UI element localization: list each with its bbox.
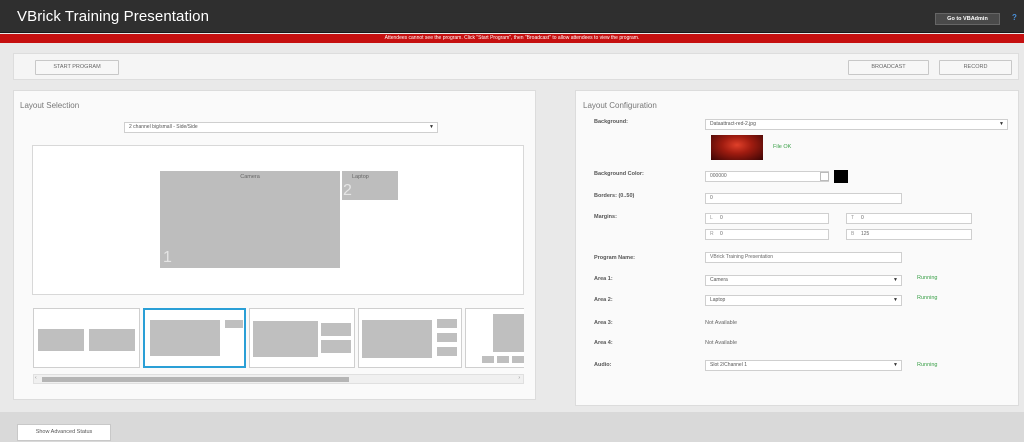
thumb-box [437,347,457,356]
layout-thumb-side-by-side[interactable] [33,308,140,368]
thumbnail-scrollbar[interactable]: ‹ › [33,374,524,384]
margin-bottom-value: 125 [861,231,870,237]
margin-right-value: 0 [720,231,723,237]
file-status: File OK [773,144,792,150]
thumb-box [89,329,135,351]
audio-label: Audio: [594,362,612,368]
program-name-label: Program Name: [594,255,635,261]
preview-area-2[interactable]: Laptop 2 [342,171,398,200]
thumb-box [362,320,432,358]
background-label: Background: [594,119,628,125]
margin-top-input[interactable]: T0 [846,213,972,224]
audio-select-value: Slot 2/Channel 1 [710,362,747,368]
chevron-down-icon: ▼ [893,277,898,283]
color-swatch[interactable] [834,170,848,183]
thumb-box [150,320,220,356]
thumb-box [321,340,351,353]
area-1-select-value: Camera [710,277,728,283]
broadcast-button[interactable]: BROADCAST [848,60,929,75]
borders-label: Borders: (0..50) [594,193,635,199]
area-4-label: Area 4: [594,340,613,346]
thumb-box [437,319,457,328]
preview-area-1-label: Camera [240,174,260,180]
color-picker-icon[interactable] [820,172,829,181]
area-2-select[interactable]: Laptop ▼ [705,295,902,306]
title-bar: VBrick Training Presentation Go to VBAdm… [0,0,1024,33]
area-2-select-value: Laptop [710,297,726,303]
margin-top-value: 0 [861,215,864,221]
chevron-down-icon: ▼ [999,121,1004,127]
margin-left-input[interactable]: L0 [705,213,829,224]
start-program-button[interactable]: START PROGRAM [35,60,119,75]
thumb-box [493,314,524,352]
help-icon[interactable]: ? [1012,13,1017,22]
area-1-status: Running [917,275,938,281]
area-2-label: Area 2: [594,297,613,303]
show-advanced-status-button[interactable]: Show Advanced Status [17,424,111,441]
thumb-box [482,356,494,363]
preview-area-1-number: 1 [163,249,172,266]
layout-thumb-big-three-small[interactable] [358,308,462,368]
area-4-value: Not Available [705,340,738,346]
margin-bottom-input[interactable]: B 125 [846,229,972,240]
scroll-right-icon[interactable]: › [518,375,520,381]
layout-configuration-panel [575,90,1019,406]
area-2-status: Running [917,295,938,301]
margin-left-value: 0 [720,215,723,221]
layout-thumb-partial[interactable] [465,308,524,368]
toolbar: START PROGRAM BROADCAST RECORD [13,53,1019,80]
layout-thumb-big-two-small[interactable] [249,308,355,368]
scroll-left-icon[interactable]: ‹ [35,375,37,381]
layout-selection-title: Layout Selection [20,101,80,110]
margin-right-prefix: R [710,231,714,237]
thumb-box [512,356,524,363]
background-image-thumbnail [711,135,763,160]
area-3-value: Not Available [705,320,738,326]
margin-right-input[interactable]: R0 [705,229,829,240]
scrollbar-thumb[interactable] [42,377,349,382]
alert-banner: Attendees cannot see the program. Click … [0,34,1024,43]
layout-thumbnail-strip [33,308,524,370]
footer-bar [0,412,1024,442]
area-1-label: Area 1: [594,276,613,282]
thumb-box [497,356,509,363]
area-3-label: Area 3: [594,320,613,326]
app-title: VBrick Training Presentation [17,8,210,25]
audio-status: Running [917,362,938,368]
thumb-box [437,333,457,342]
layout-thumb-big-small-selected[interactable] [143,308,246,368]
layout-select-value: 2 channel big/small - Side/Side [129,124,198,130]
background-select-value: Dataattract-red-2.jpg [710,121,756,127]
go-to-vbadmin-button[interactable]: Go to VBAdmin [935,13,1000,25]
thumb-box [321,323,351,336]
layout-preview: Camera 1 Laptop 2 [32,145,524,295]
preview-area-2-label: Laptop [352,174,369,180]
thumb-box [38,329,84,351]
program-name-input[interactable]: VBrick Training Presentation [705,252,902,263]
margin-left-prefix: L [710,215,713,221]
background-select[interactable]: Dataattract-red-2.jpg ▼ [705,119,1008,130]
thumb-box [253,321,318,357]
margin-top-prefix: T [851,215,855,221]
margins-label: Margins: [594,214,617,220]
layout-configuration-title: Layout Configuration [583,101,657,110]
borders-input[interactable]: 0 [705,193,902,204]
thumb-box [225,320,243,328]
chevron-down-icon: ▼ [429,124,434,130]
chevron-down-icon: ▼ [893,362,898,368]
layout-select[interactable]: 2 channel big/small - Side/Side ▼ [124,122,438,133]
record-button[interactable]: RECORD [939,60,1012,75]
background-color-input[interactable]: 000000 [705,171,829,182]
preview-area-2-number: 2 [343,182,352,199]
preview-area-1[interactable]: Camera 1 [160,171,340,268]
margin-bottom-prefix: B [851,231,855,237]
area-1-select[interactable]: Camera ▼ [705,275,902,286]
chevron-down-icon: ▼ [893,297,898,303]
audio-select[interactable]: Slot 2/Channel 1 ▼ [705,360,902,371]
background-color-label: Background Color: [594,171,644,177]
